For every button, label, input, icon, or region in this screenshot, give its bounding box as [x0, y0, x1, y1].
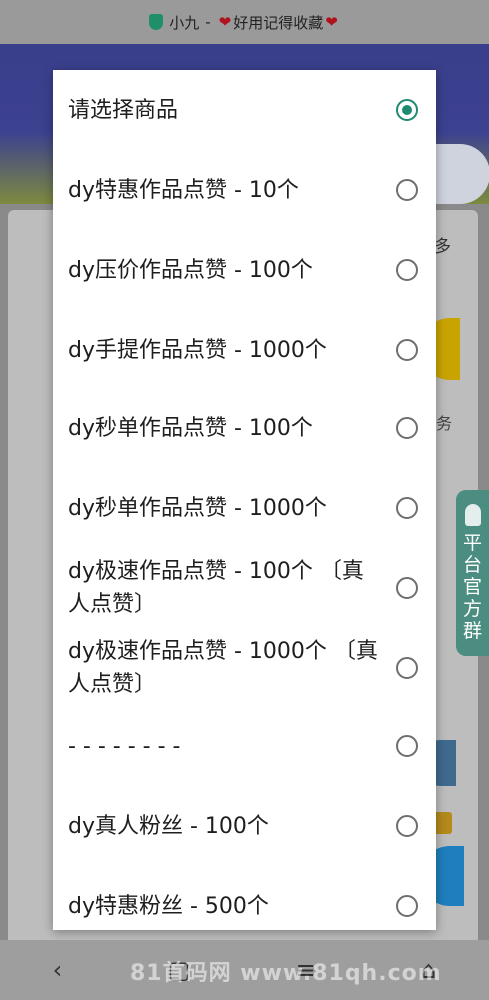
- option-item[interactable]: dy秒单作品点赞 - 100个: [53, 388, 436, 468]
- option-item[interactable]: dy真人粉丝 - 100个: [53, 786, 436, 866]
- radio-icon[interactable]: [396, 735, 418, 757]
- option-label: dy秒单作品点赞 - 100个: [68, 415, 313, 441]
- option-label: - - - - - - - -: [68, 733, 181, 759]
- radio-checked-icon[interactable]: [396, 99, 418, 121]
- badge-icon: [434, 812, 452, 834]
- option-item[interactable]: dy手提作品点赞 - 1000个: [53, 310, 436, 390]
- tab-more[interactable]: 多: [434, 232, 451, 257]
- product-select-dialog: 请选择商品 dy特惠作品点赞 - 10个 dy压价作品点赞 - 100个 dy手…: [53, 70, 436, 930]
- task-label: 务: [436, 414, 453, 433]
- side-tab-char: 平: [462, 532, 482, 554]
- bell-icon: [464, 504, 481, 526]
- status-app-name: 小九: [169, 13, 200, 32]
- heart-icon: ❤: [218, 13, 232, 31]
- status-tagline: 好用记得收藏: [233, 13, 324, 32]
- option-item[interactable]: dy秒单作品点赞 - 1000个: [53, 468, 436, 548]
- option-item[interactable]: dy特惠粉丝 - 500个: [53, 866, 436, 946]
- radio-icon[interactable]: [396, 815, 418, 837]
- option-label: dy真人粉丝 - 100个: [68, 813, 269, 839]
- platform-group-tab[interactable]: 平 台 官 方 群: [456, 490, 489, 656]
- option-item[interactable]: dy极速作品点赞 - 1000个 〔真人点赞〕: [53, 628, 436, 708]
- status-separator: -: [205, 13, 211, 31]
- radio-icon[interactable]: [396, 259, 418, 281]
- option-label: dy秒单作品点赞 - 1000个: [68, 495, 327, 521]
- option-label: 请选择商品: [68, 97, 179, 123]
- radio-icon[interactable]: [396, 895, 418, 917]
- option-label: dy手提作品点赞 - 1000个: [68, 337, 327, 363]
- radio-icon[interactable]: [396, 497, 418, 519]
- shield-icon: [149, 14, 164, 30]
- option-item[interactable]: 请选择商品: [53, 70, 436, 150]
- option-item[interactable]: dy特惠作品点赞 - 10个: [53, 150, 436, 230]
- option-label: dy特惠作品点赞 - 10个: [68, 177, 299, 203]
- radio-icon[interactable]: [396, 417, 418, 439]
- side-tab-char: 台: [462, 554, 482, 576]
- side-tab-char: 群: [462, 620, 482, 642]
- side-tab-char: 方: [462, 598, 482, 620]
- radio-icon[interactable]: [396, 577, 418, 599]
- radio-icon[interactable]: [396, 179, 418, 201]
- option-label: dy极速作品点赞 - 1000个 〔真人点赞〕: [68, 639, 378, 697]
- option-item[interactable]: dy压价作品点赞 - 100个: [53, 230, 436, 310]
- watermark: 81首码网 www.81qh.com: [130, 961, 442, 986]
- option-item[interactable]: - - - - - - - -: [53, 706, 436, 786]
- side-tab-char: 官: [462, 576, 482, 598]
- option-label: dy特惠粉丝 - 500个: [68, 893, 269, 919]
- back-icon[interactable]: ‹: [53, 956, 63, 984]
- status-bar: 小九 - ❤ 好用记得收藏 ❤: [0, 0, 489, 44]
- option-label: dy极速作品点赞 - 100个 〔真人点赞〕: [68, 559, 364, 617]
- radio-icon[interactable]: [396, 657, 418, 679]
- option-item[interactable]: dy极速作品点赞 - 100个 〔真人点赞〕: [53, 548, 436, 628]
- heart-icon: ❤: [325, 13, 338, 31]
- radio-icon[interactable]: [396, 339, 418, 361]
- option-label: dy压价作品点赞 - 100个: [68, 257, 313, 283]
